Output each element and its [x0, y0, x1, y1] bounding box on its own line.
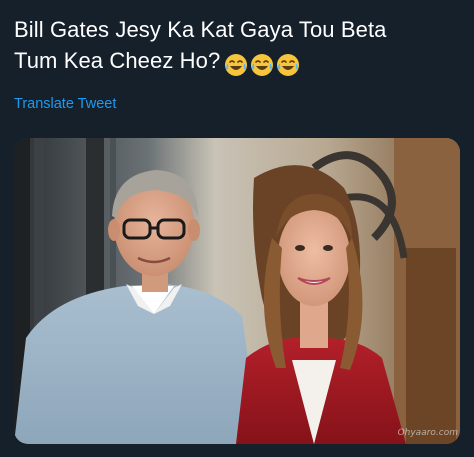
photo-illustration: [14, 138, 460, 444]
tweet-text-line-2-words: Tum Kea Cheez Ho?: [14, 48, 221, 73]
face-with-tears-of-joy-icon: [277, 54, 300, 77]
tweet-card: Bill Gates Jesy Ka Kat Gaya Tou Beta Tum…: [0, 0, 474, 457]
tweet-media-photo[interactable]: Ohyaaro.com: [14, 138, 460, 444]
emoji-row: [224, 48, 302, 79]
tweet-text-line-1: Bill Gates Jesy Ka Kat Gaya Tou Beta: [14, 17, 387, 42]
face-with-tears-of-joy-icon: [251, 54, 274, 77]
photo-watermark: Ohyaaro.com: [397, 428, 458, 438]
face-with-tears-of-joy-icon: [225, 54, 248, 77]
translate-tweet-link[interactable]: Translate Tweet: [14, 96, 116, 112]
tweet-text-line-2: Tum Kea Cheez Ho?: [14, 45, 464, 79]
tweet-text: Bill Gates Jesy Ka Kat Gaya Tou Beta Tum…: [14, 14, 464, 79]
